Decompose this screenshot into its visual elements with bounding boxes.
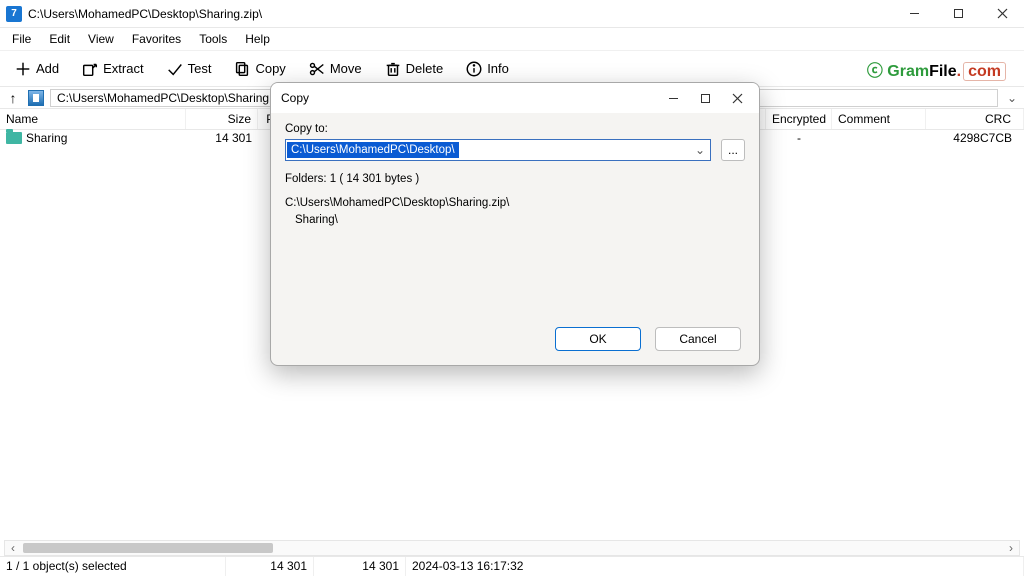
browse-label: ... [728, 143, 738, 157]
file-size: 14 301 [186, 129, 258, 147]
copy-to-label: Copy to: [285, 123, 745, 135]
col-comment[interactable]: Comment [832, 109, 926, 129]
test-label: Test [188, 61, 212, 76]
destination-value: C:\Users\MohamedPC\Desktop\ [287, 142, 459, 158]
file-name: Sharing [26, 131, 67, 145]
dialog-minimize-button[interactable] [657, 83, 689, 113]
chevron-down-icon[interactable]: ⌄ [690, 143, 710, 157]
menu-edit[interactable]: Edit [41, 30, 78, 48]
minimize-button[interactable] [892, 0, 936, 28]
dialog-title: Copy [281, 91, 657, 105]
dialog-maximize-button[interactable] [689, 83, 721, 113]
extract-icon [81, 60, 99, 78]
maximize-button[interactable] [936, 0, 980, 28]
browse-button[interactable]: ... [721, 139, 745, 161]
status-date: 2024-03-13 16:17:32 [406, 557, 1024, 576]
extract-label: Extract [103, 61, 143, 76]
horizontal-scrollbar[interactable]: ‹ › [4, 540, 1020, 556]
folder-icon [6, 132, 22, 144]
file-crc: 4298C7CB [926, 129, 1024, 147]
window-title: C:\Users\MohamedPC\Desktop\Sharing.zip\ [28, 7, 892, 21]
plus-icon [14, 60, 32, 78]
cancel-label: Cancel [679, 332, 716, 346]
info-label: Info [487, 61, 509, 76]
scissors-icon [308, 60, 326, 78]
close-button[interactable] [980, 0, 1024, 28]
copy-button[interactable]: Copy [227, 56, 291, 82]
col-name[interactable]: Name [0, 109, 186, 129]
move-button[interactable]: Move [302, 56, 368, 82]
trash-icon [384, 60, 402, 78]
extract-button[interactable]: Extract [75, 56, 149, 82]
delete-label: Delete [406, 61, 444, 76]
menu-file[interactable]: File [4, 30, 39, 48]
col-size[interactable]: Size [186, 109, 258, 129]
info-button[interactable]: Info [459, 56, 515, 82]
ok-button[interactable]: OK [555, 327, 641, 351]
ok-label: OK [589, 332, 606, 346]
copy-label: Copy [255, 61, 285, 76]
cancel-button[interactable]: Cancel [655, 327, 741, 351]
toolbar: Add Extract Test Copy Move Delete Info ⓒ… [0, 50, 1024, 86]
scroll-right-icon[interactable]: › [1003, 541, 1019, 555]
dialog-path2: Sharing\ [285, 212, 745, 229]
move-label: Move [330, 61, 362, 76]
dialog-summary: Folders: 1 ( 14 301 bytes ) [285, 173, 745, 185]
info-icon [465, 60, 483, 78]
window-titlebar: 7 C:\Users\MohamedPC\Desktop\Sharing.zip… [0, 0, 1024, 28]
up-icon[interactable]: ↑ [4, 90, 22, 106]
copy-dialog: Copy Copy to: C:\Users\MohamedPC\Desktop… [270, 82, 760, 366]
scroll-left-icon[interactable]: ‹ [5, 541, 21, 555]
watermark: ⓒ GramFile.com [867, 57, 1006, 81]
menu-tools[interactable]: Tools [191, 30, 235, 48]
status-bar: 1 / 1 object(s) selected 14 301 14 301 2… [0, 556, 1024, 576]
file-encrypted: - [766, 129, 832, 147]
status-size1: 14 301 [226, 557, 314, 576]
dialog-path1: C:\Users\MohamedPC\Desktop\Sharing.zip\ [285, 195, 745, 212]
dialog-titlebar: Copy [271, 83, 759, 113]
dialog-path-list: C:\Users\MohamedPC\Desktop\Sharing.zip\ … [285, 195, 745, 230]
archive-icon [28, 90, 44, 106]
destination-combobox[interactable]: C:\Users\MohamedPC\Desktop\ ⌄ [285, 139, 711, 161]
path-dropdown-icon[interactable]: ⌄ [1004, 91, 1020, 105]
path-text: C:\Users\MohamedPC\Desktop\Sharing.zip\ [57, 91, 291, 105]
dialog-close-button[interactable] [721, 83, 753, 113]
status-size2: 14 301 [314, 557, 406, 576]
col-encrypted[interactable]: Encrypted [766, 109, 832, 129]
scroll-thumb[interactable] [23, 543, 273, 553]
status-selection: 1 / 1 object(s) selected [0, 557, 226, 576]
add-button[interactable]: Add [8, 56, 65, 82]
test-button[interactable]: Test [160, 56, 218, 82]
copy-icon [233, 60, 251, 78]
add-label: Add [36, 61, 59, 76]
menu-bar: File Edit View Favorites Tools Help [0, 28, 1024, 50]
menu-view[interactable]: View [80, 30, 122, 48]
menu-favorites[interactable]: Favorites [124, 30, 189, 48]
check-icon [166, 60, 184, 78]
col-crc[interactable]: CRC [926, 109, 1024, 129]
menu-help[interactable]: Help [237, 30, 278, 48]
delete-button[interactable]: Delete [378, 56, 450, 82]
app-icon: 7 [6, 6, 22, 22]
